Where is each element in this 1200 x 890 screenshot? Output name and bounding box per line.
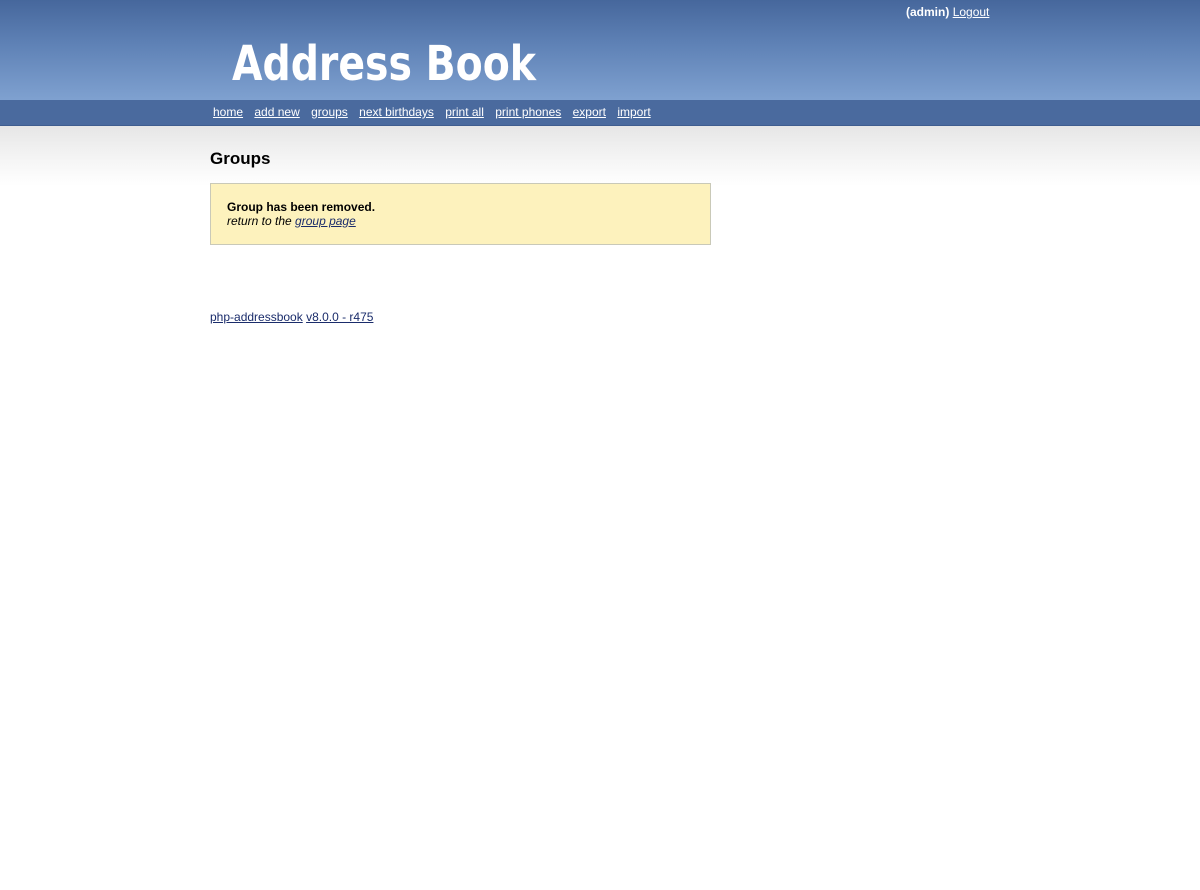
- current-user: (admin): [906, 5, 950, 19]
- header: (admin) Logout Address Book: [0, 0, 1200, 100]
- nav-add-new[interactable]: add new: [254, 105, 299, 119]
- message-box: Group has been removed. return to the gr…: [210, 183, 711, 245]
- version-link[interactable]: v8.0.0 - r475: [306, 310, 373, 324]
- nav-print-all[interactable]: print all: [445, 105, 484, 119]
- nav-import[interactable]: import: [617, 105, 650, 119]
- nav-bar: home add new groups next birthdays print…: [0, 100, 1200, 126]
- footer: php-addressbook v8.0.0 - r475: [210, 310, 373, 324]
- main-menu: home add new groups next birthdays print…: [213, 105, 659, 119]
- main-content: Groups Group has been removed. return to…: [210, 148, 730, 245]
- return-text: return to the group page: [227, 214, 693, 228]
- nav-print-phones[interactable]: print phones: [495, 105, 561, 119]
- user-bar: (admin) Logout: [906, 5, 989, 19]
- nav-groups[interactable]: groups: [311, 105, 348, 119]
- nav-home[interactable]: home: [213, 105, 243, 119]
- nav-next-birthdays[interactable]: next birthdays: [359, 105, 434, 119]
- group-page-link[interactable]: group page: [295, 214, 356, 228]
- page-title: Groups: [210, 149, 271, 168]
- logo: Address Book: [232, 30, 542, 90]
- app-link[interactable]: php-addressbook: [210, 310, 303, 324]
- status-message: Group has been removed.: [227, 200, 376, 214]
- logout-link[interactable]: Logout: [953, 5, 990, 19]
- nav-export[interactable]: export: [573, 105, 606, 119]
- return-prefix: return to the: [227, 214, 296, 228]
- logo-text: Address Book: [232, 36, 537, 90]
